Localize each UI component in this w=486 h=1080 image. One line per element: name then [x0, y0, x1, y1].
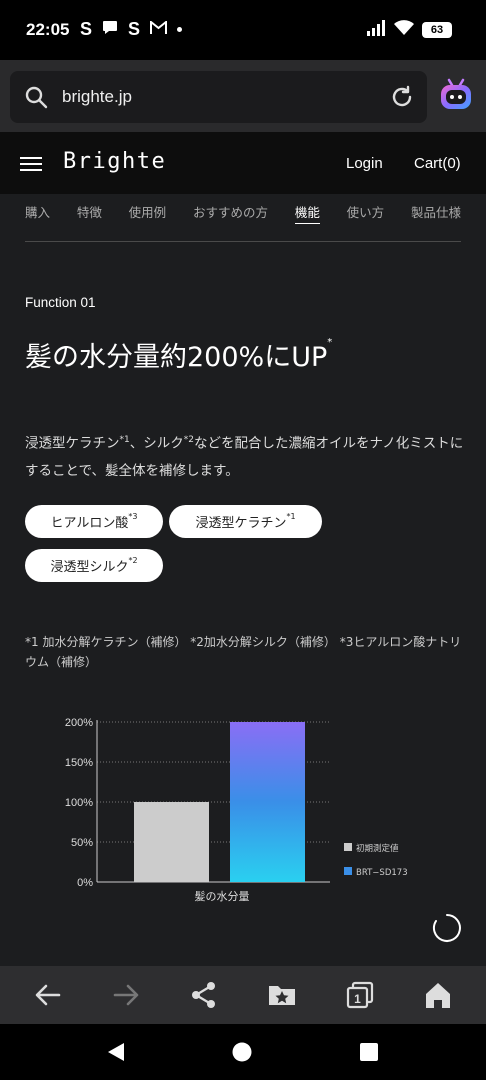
system-nav-bar — [0, 1024, 486, 1080]
status-right: 63 — [366, 20, 452, 40]
tab-features[interactable]: 特徴 — [77, 202, 102, 224]
status-bar: 22:05 S S 63 — [0, 0, 486, 60]
y-tick-label: 150% — [65, 757, 93, 769]
desc-part-1: 浸透型ケラチン — [25, 435, 120, 452]
bar-initial — [134, 802, 209, 882]
legend-swatch — [344, 843, 352, 851]
share-icon[interactable] — [190, 981, 218, 1013]
y-tick-label: 0% — [77, 877, 93, 889]
page-content: 購入 特徴 使用例 おすすめの方 機能 使い方 製品仕様 Function 01… — [0, 194, 486, 966]
battery-icon: 63 — [422, 22, 452, 38]
nav-back-icon[interactable] — [106, 1042, 126, 1066]
legend-label: 初期測定値 — [356, 843, 399, 854]
browser-toolbar: brighte.jp — [0, 60, 486, 132]
tab-recommended[interactable]: おすすめの方 — [193, 202, 268, 224]
headline-asterisk: * — [327, 337, 333, 348]
ingredient-pill: 浸透型ケラチン *1 — [169, 505, 322, 538]
tab-function[interactable]: 機能 — [294, 202, 320, 224]
site-header: Brighte Login Cart(0) — [0, 132, 486, 194]
brand-logo[interactable]: Brighte — [63, 149, 166, 174]
page-title: 髪の水分量約200%にUP* — [25, 335, 332, 374]
tab-purchase[interactable]: 購入 — [25, 202, 50, 224]
s-app-icon: S — [80, 19, 93, 39]
nav-home-icon[interactable] — [232, 1042, 252, 1066]
desc-sup-1: *1 — [119, 435, 130, 445]
description: 浸透型ケラチン*1、シルク*2などを配合した濃縮オイルをナノ化ミストにすることで… — [25, 427, 465, 485]
y-tick-label: 100% — [65, 797, 93, 809]
tab-specifications[interactable]: 製品仕様 — [411, 202, 461, 224]
more-notifications-dot — [177, 27, 183, 32]
legend-label: BRT−SD173 — [356, 868, 408, 878]
back-arrow-icon[interactable] — [34, 981, 62, 1013]
y-tick-label: 50% — [71, 837, 93, 849]
s-app-icon-2: S — [128, 19, 141, 39]
moisture-chart: 0% 50% 100% 150% 200% 髪の水分量 初期測定値 BRT−SD173 — [65, 717, 408, 903]
ingredient-pill: ヒアルロン酸 *3 — [25, 505, 163, 538]
extension-robot-icon[interactable] — [438, 78, 474, 116]
wifi-icon — [394, 20, 414, 40]
search-icon — [24, 85, 48, 113]
pill-label: 浸透型ケラチン — [195, 516, 287, 531]
pill-label: 浸透型シルク — [50, 560, 129, 575]
pill-label: ヒアルロン酸 — [50, 516, 129, 531]
status-time: 22:05 — [26, 20, 70, 39]
section-tabs: 購入 特徴 使用例 おすすめの方 機能 使い方 製品仕様 — [25, 202, 461, 242]
loading-spinner-icon — [432, 913, 462, 947]
legend-swatch — [344, 867, 352, 875]
function-label: Function 01 — [25, 295, 96, 310]
tabs-icon[interactable]: 1 — [346, 981, 374, 1013]
desc-part-2: 、シルク — [129, 435, 184, 452]
pill-sup: *2 — [128, 556, 138, 565]
y-tick-label: 200% — [65, 717, 93, 729]
ingredient-pill: 浸透型シルク *2 — [25, 549, 163, 582]
tab-usage-examples[interactable]: 使用例 — [129, 202, 167, 224]
forward-arrow-icon[interactable] — [112, 981, 140, 1013]
bar-product — [230, 722, 305, 882]
footnote: *1 加水分解ケラチン（補修） *2加水分解シルク（補修） *3ヒアルロン酸ナト… — [25, 635, 462, 669]
login-link[interactable]: Login — [346, 155, 383, 172]
signal-icon — [366, 20, 386, 40]
svg-text:1: 1 — [354, 992, 361, 1006]
chat-icon — [102, 19, 118, 40]
pill-sup: *1 — [286, 512, 296, 521]
desc-sup-2: *2 — [183, 435, 194, 445]
reload-icon[interactable] — [389, 84, 415, 114]
nav-recents-icon[interactable] — [360, 1043, 378, 1065]
home-icon[interactable] — [424, 981, 452, 1013]
url-text: brighte.jp — [62, 87, 132, 106]
tab-how-to-use[interactable]: 使い方 — [347, 202, 385, 224]
hamburger-menu-icon[interactable] — [20, 156, 42, 175]
cart-link[interactable]: Cart(0) — [414, 155, 461, 172]
url-bar[interactable]: brighte.jp — [10, 71, 427, 123]
bookmark-folder-icon[interactable] — [268, 981, 296, 1013]
pill-sup: *3 — [128, 512, 138, 521]
browser-bottom-toolbar: 1 — [0, 966, 486, 1024]
x-axis-label: 髪の水分量 — [195, 889, 250, 903]
mail-icon — [150, 19, 168, 40]
notification-icons: S S — [80, 19, 183, 40]
headline-text: 髪の水分量約200%にUP — [25, 342, 328, 373]
